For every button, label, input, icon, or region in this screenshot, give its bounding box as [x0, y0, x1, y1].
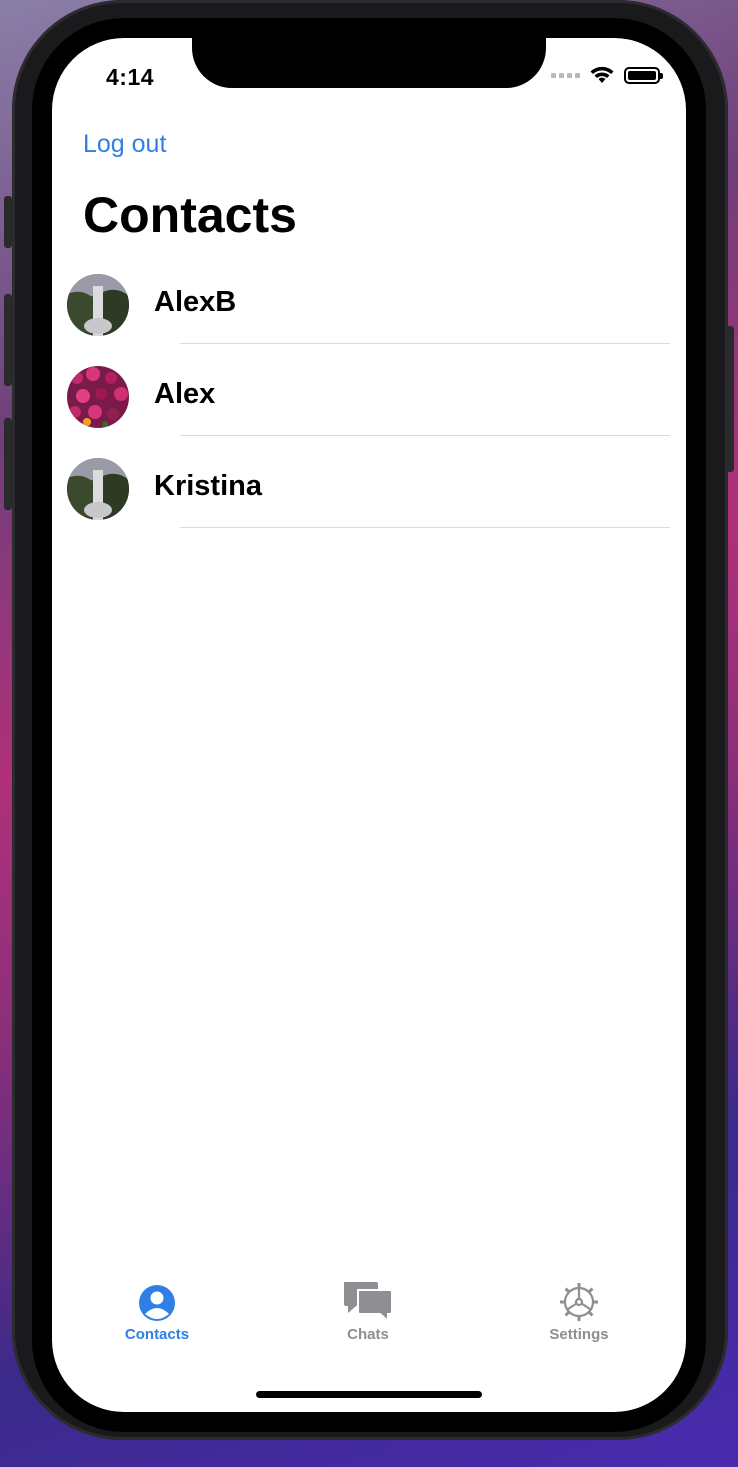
battery-icon — [624, 66, 663, 84]
row-separator — [180, 527, 670, 528]
tab-label: Chats — [347, 1326, 389, 1343]
volume-up-button — [4, 294, 12, 386]
wifi-icon — [590, 66, 614, 83]
row-separator — [180, 435, 670, 436]
home-indicator[interactable] — [256, 1391, 482, 1398]
volume-down-button — [4, 418, 12, 510]
app-screen: 4:14 Log out Contacts AlexB Alex Kristin… — [52, 38, 686, 1412]
tab-label: Contacts — [124, 1326, 190, 1343]
chat-bubbles-icon — [344, 1282, 393, 1322]
person-circle-icon — [139, 1285, 175, 1321]
avatar-flowers — [67, 366, 129, 428]
contact-name: Alex — [154, 378, 216, 410]
notch — [192, 38, 546, 88]
logout-button[interactable]: Log out — [83, 130, 166, 159]
status-time: 4:14 — [106, 64, 155, 90]
avatar-waterfall — [67, 274, 129, 336]
tab-label: Settings — [549, 1326, 609, 1343]
row-separator — [180, 343, 670, 344]
contact-name: AlexB — [154, 286, 237, 318]
silent-switch — [4, 196, 12, 248]
contact-row-kristina[interactable]: Kristina — [52, 450, 686, 542]
contact-row-alex[interactable]: Alex — [52, 358, 686, 450]
cellular-signal-icon — [551, 72, 580, 78]
contacts-list: AlexB Alex Kristina — [52, 266, 686, 542]
status-icons — [551, 66, 663, 84]
power-button — [726, 326, 734, 472]
avatar-waterfall — [67, 458, 129, 520]
tab-bar: Contacts Chats Settings — [52, 1278, 686, 1358]
contact-row-alexb[interactable]: AlexB — [52, 266, 686, 358]
gear-icon — [560, 1283, 598, 1321]
tab-contacts[interactable]: Contacts — [97, 1278, 217, 1343]
contact-name: Kristina — [154, 470, 262, 502]
page-title: Contacts — [83, 187, 297, 243]
tab-chats[interactable]: Chats — [308, 1278, 428, 1343]
tab-settings[interactable]: Settings — [519, 1278, 639, 1343]
